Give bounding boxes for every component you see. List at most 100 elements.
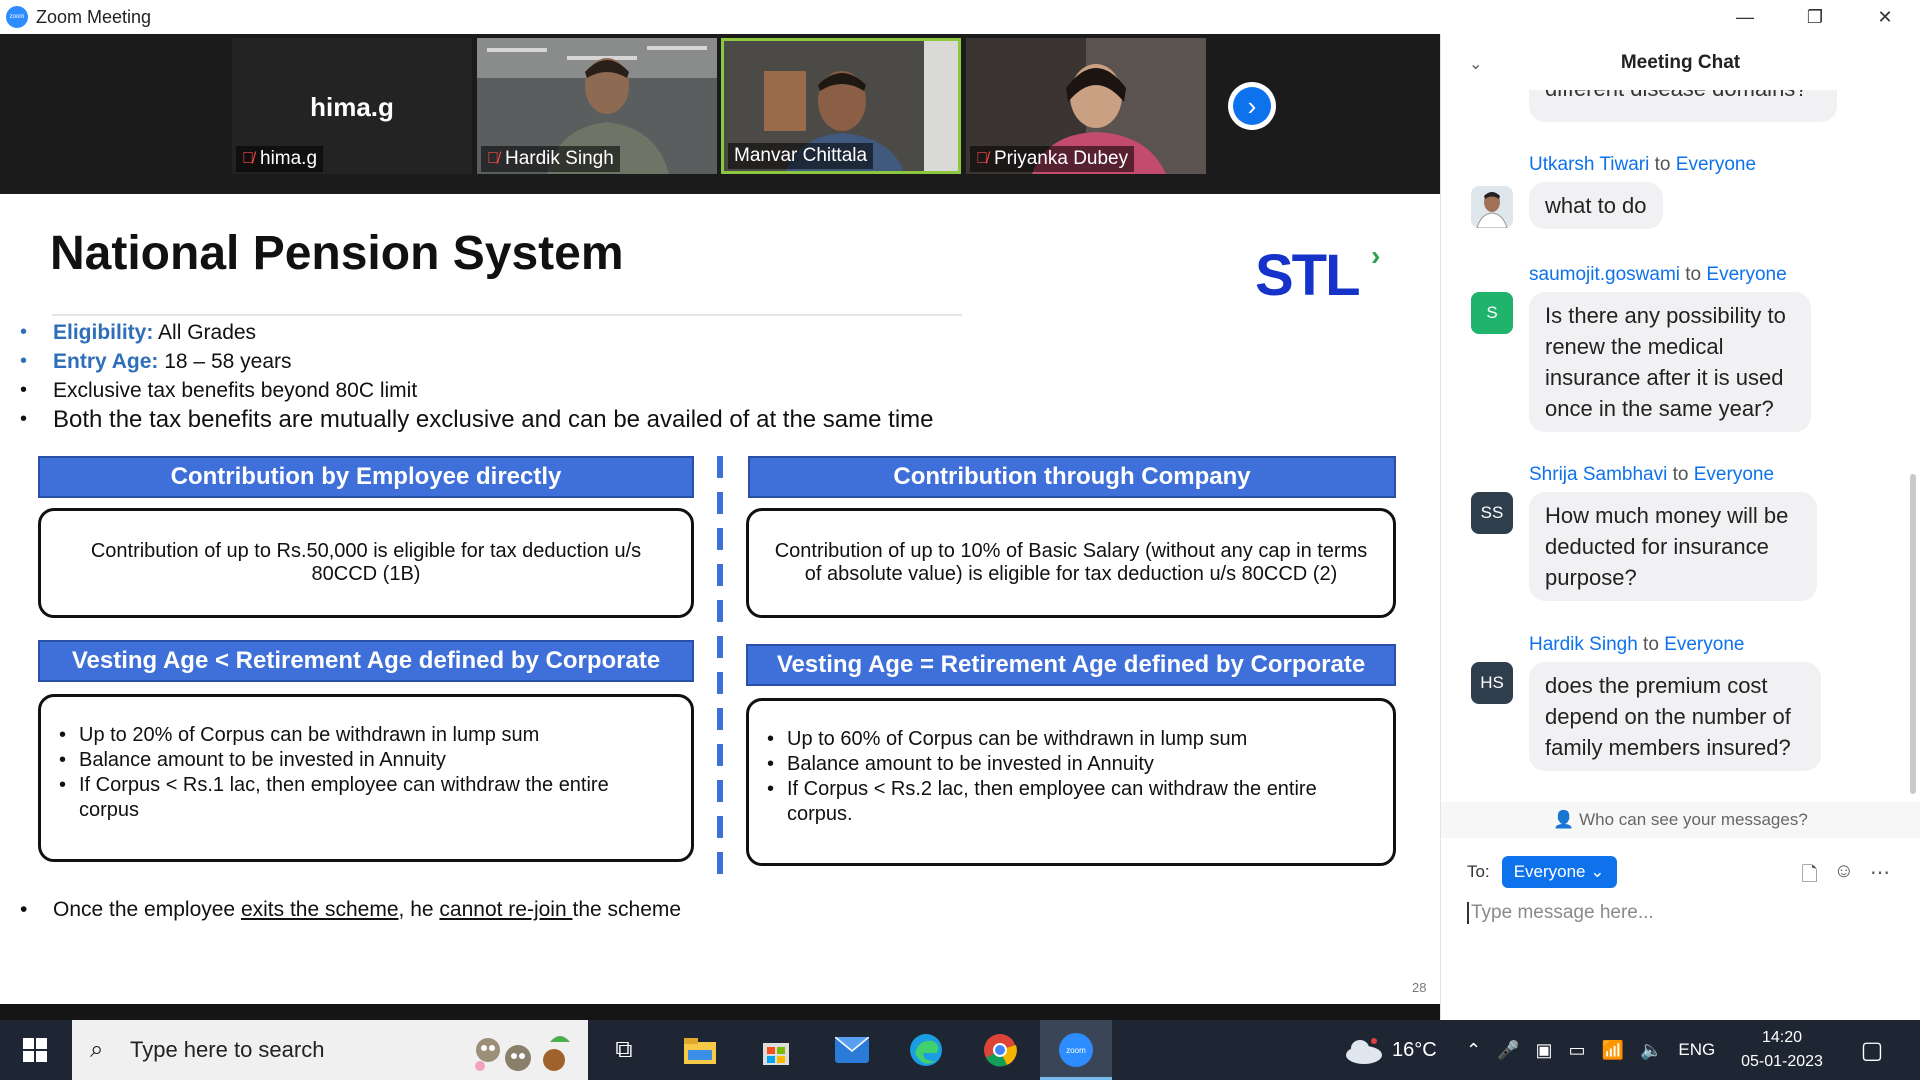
- bullet-text: All Grades: [153, 321, 257, 344]
- chat-title: Meeting Chat: [1620, 52, 1741, 73]
- stl-logo: STL ›: [1255, 240, 1380, 309]
- participant-name: hima.g: [260, 148, 318, 169]
- meeting-chat-panel: ⌄ Meeting Chat different disease domains…: [1440, 34, 1920, 1020]
- vesting-less-list: Up to 20% of Corpus can be withdrawn in …: [41, 723, 691, 823]
- next-participants-button[interactable]: ›: [1228, 82, 1276, 130]
- header-employee-contribution: Contribution by Employee directly: [38, 456, 694, 498]
- message-bubble: Is there any possibility to renew the me…: [1529, 292, 1811, 432]
- bullet-text: 18 – 58 years: [158, 350, 292, 373]
- slide-title: National Pension System: [50, 227, 624, 280]
- edge-browser-icon[interactable]: [906, 1030, 946, 1070]
- slide-page-number: 28: [1412, 980, 1427, 995]
- recipient-row: To: Everyone ⌄: [1467, 856, 1617, 888]
- bullet-eligibility: • Eligibility: All Grades: [20, 321, 257, 344]
- time: 14:20: [1761, 1029, 1803, 1046]
- emoji-icon[interactable]: ☺: [1834, 860, 1854, 894]
- svg-text:zoom: zoom: [1066, 1046, 1086, 1055]
- bullet-label: Entry Age:: [53, 350, 159, 373]
- language-indicator[interactable]: ENG: [1678, 1040, 1715, 1060]
- message-bubble: How much money will be deducted for insu…: [1529, 492, 1817, 601]
- avatar: HS: [1471, 662, 1513, 704]
- title-bar: zoom Zoom Meeting — ❐ ✕: [0, 0, 1920, 34]
- video-tile-priyanka[interactable]: 🎙̸ Priyanka Dubey: [966, 38, 1206, 174]
- bullet-entry-age: • Entry Age: 18 – 58 years: [20, 350, 292, 373]
- participant-name: Hardik Singh: [505, 148, 614, 169]
- battery-icon[interactable]: ▭: [1569, 1040, 1586, 1061]
- windows-taskbar: ⌕ Type here to search ⧉ zoom 16°C ⌃ 🎤 ▣ …: [0, 1020, 1920, 1080]
- mic-muted-icon: 🎙̸: [242, 150, 254, 167]
- dashed-divider: [717, 456, 723, 876]
- box-employee-contribution: Contribution of up to Rs.50,000 is eligi…: [38, 508, 694, 618]
- recipient-dropdown[interactable]: Everyone ⌄: [1501, 856, 1617, 888]
- message-bubble-partial: different disease domains?: [1529, 90, 1837, 122]
- list-item: If Corpus < Rs.1 lac, then employee can …: [59, 773, 673, 823]
- clock[interactable]: 14:20 05-01-2023: [1730, 1026, 1834, 1074]
- close-button[interactable]: ✕: [1850, 0, 1920, 34]
- list-item: Up to 60% of Corpus can be withdrawn in …: [767, 727, 1375, 752]
- stl-logo-text: STL: [1255, 243, 1361, 308]
- file-icon[interactable]: 🗋: [1801, 860, 1817, 894]
- participant-big-name: hima.g: [310, 92, 394, 122]
- participant-name: Manvar Chittala: [734, 145, 868, 166]
- screen: zoom Zoom Meeting — ❐ ✕ hima.g 🎙̸ hima.g: [0, 0, 1920, 1080]
- chat-scrollbar[interactable]: [1910, 474, 1916, 794]
- user-privacy-icon: 👤: [1553, 810, 1580, 829]
- participant-name-tag: 🎙̸ Hardik Singh: [481, 146, 620, 172]
- bullet-text: Both the tax benefits are mutually exclu…: [53, 406, 934, 433]
- video-tile-hima[interactable]: hima.g 🎙̸ hima.g: [232, 38, 472, 174]
- more-icon[interactable]: ⋯: [1870, 860, 1890, 894]
- bullet-text: Exclusive tax benefits beyond 80C limit: [53, 379, 418, 402]
- chrome-browser-icon[interactable]: [980, 1030, 1020, 1070]
- share-bottom-bar: [0, 1004, 1440, 1020]
- video-strip: hima.g 🎙̸ hima.g 🎙̸ Hardik Singh Manvar …: [0, 34, 1440, 194]
- participant-name: Priyanka Dubey: [994, 148, 1129, 169]
- message-sender: Shrija Sambhavi to Everyone: [1529, 464, 1775, 485]
- search-highlight-illustration: [475, 1036, 570, 1071]
- taskbar-search-box[interactable]: ⌕ Type here to search: [72, 1020, 588, 1080]
- wifi-icon[interactable]: 📶: [1602, 1040, 1624, 1061]
- weather-widget[interactable]: 16°C: [1344, 1020, 1437, 1080]
- microsoft-store-icon[interactable]: [756, 1030, 796, 1070]
- cloudy-weather-icon: [1346, 1038, 1382, 1064]
- list-item: If Corpus < Rs.2 lac, then employee can …: [767, 777, 1375, 827]
- mail-icon[interactable]: [832, 1030, 872, 1070]
- title-divider: [52, 314, 962, 316]
- search-icon: ⌕: [90, 1036, 104, 1063]
- to-label: To:: [1467, 862, 1490, 881]
- composer-toolbar: 🗋 ☺ ⋯: [1801, 860, 1890, 894]
- list-item: Up to 20% of Corpus can be withdrawn in …: [59, 723, 673, 748]
- restore-button[interactable]: ❐: [1780, 0, 1850, 34]
- date: 05-01-2023: [1741, 1053, 1823, 1070]
- video-tile-manvar[interactable]: Manvar Chittala: [721, 38, 961, 174]
- participant-name-tag: 🎙̸ hima.g: [236, 146, 324, 172]
- list-item: Balance amount to be invested in Annuity: [767, 752, 1375, 777]
- avatar: S: [1471, 292, 1513, 334]
- file-explorer-icon[interactable]: [680, 1030, 720, 1070]
- notification-icon[interactable]: ▢: [1852, 1030, 1892, 1070]
- participant-name-tag: 🎙̸ Priyanka Dubey: [970, 146, 1135, 172]
- chevron-up-icon[interactable]: ⌃: [1466, 1040, 1481, 1061]
- avatar: [1471, 186, 1513, 228]
- minimize-button[interactable]: —: [1710, 0, 1780, 34]
- box-vesting-equal: Up to 60% of Corpus can be withdrawn in …: [746, 698, 1396, 866]
- window-title: Zoom Meeting: [36, 6, 152, 27]
- search-placeholder: Type here to search: [130, 1037, 325, 1062]
- avatar: SS: [1471, 492, 1513, 534]
- who-can-see-link[interactable]: 👤 Who can see your messages?: [1441, 802, 1920, 838]
- chat-message-input[interactable]: Type message here...: [1467, 902, 1654, 924]
- header-company-contribution: Contribution through Company: [748, 456, 1396, 498]
- zoom-app-icon[interactable]: zoom: [1056, 1030, 1096, 1070]
- display-icon[interactable]: ▣: [1536, 1040, 1553, 1061]
- message-bubble: what to do: [1529, 182, 1663, 229]
- microphone-icon[interactable]: 🎤: [1497, 1040, 1519, 1061]
- task-view-icon[interactable]: ⧉: [604, 1030, 644, 1070]
- header-vesting-less: Vesting Age < Retirement Age defined by …: [38, 640, 694, 682]
- volume-icon[interactable]: 🔈: [1640, 1040, 1662, 1061]
- message-bubble: does the premium cost depend on the numb…: [1529, 662, 1821, 771]
- list-item: Balance amount to be invested in Annuity: [59, 748, 673, 773]
- mic-muted-icon: 🎙̸: [487, 150, 499, 167]
- chevron-down-icon: ⌄: [1590, 862, 1605, 881]
- start-button[interactable]: [0, 1020, 70, 1080]
- video-tile-hardik[interactable]: 🎙̸ Hardik Singh: [477, 38, 717, 174]
- box-vesting-less: Up to 20% of Corpus can be withdrawn in …: [38, 694, 694, 862]
